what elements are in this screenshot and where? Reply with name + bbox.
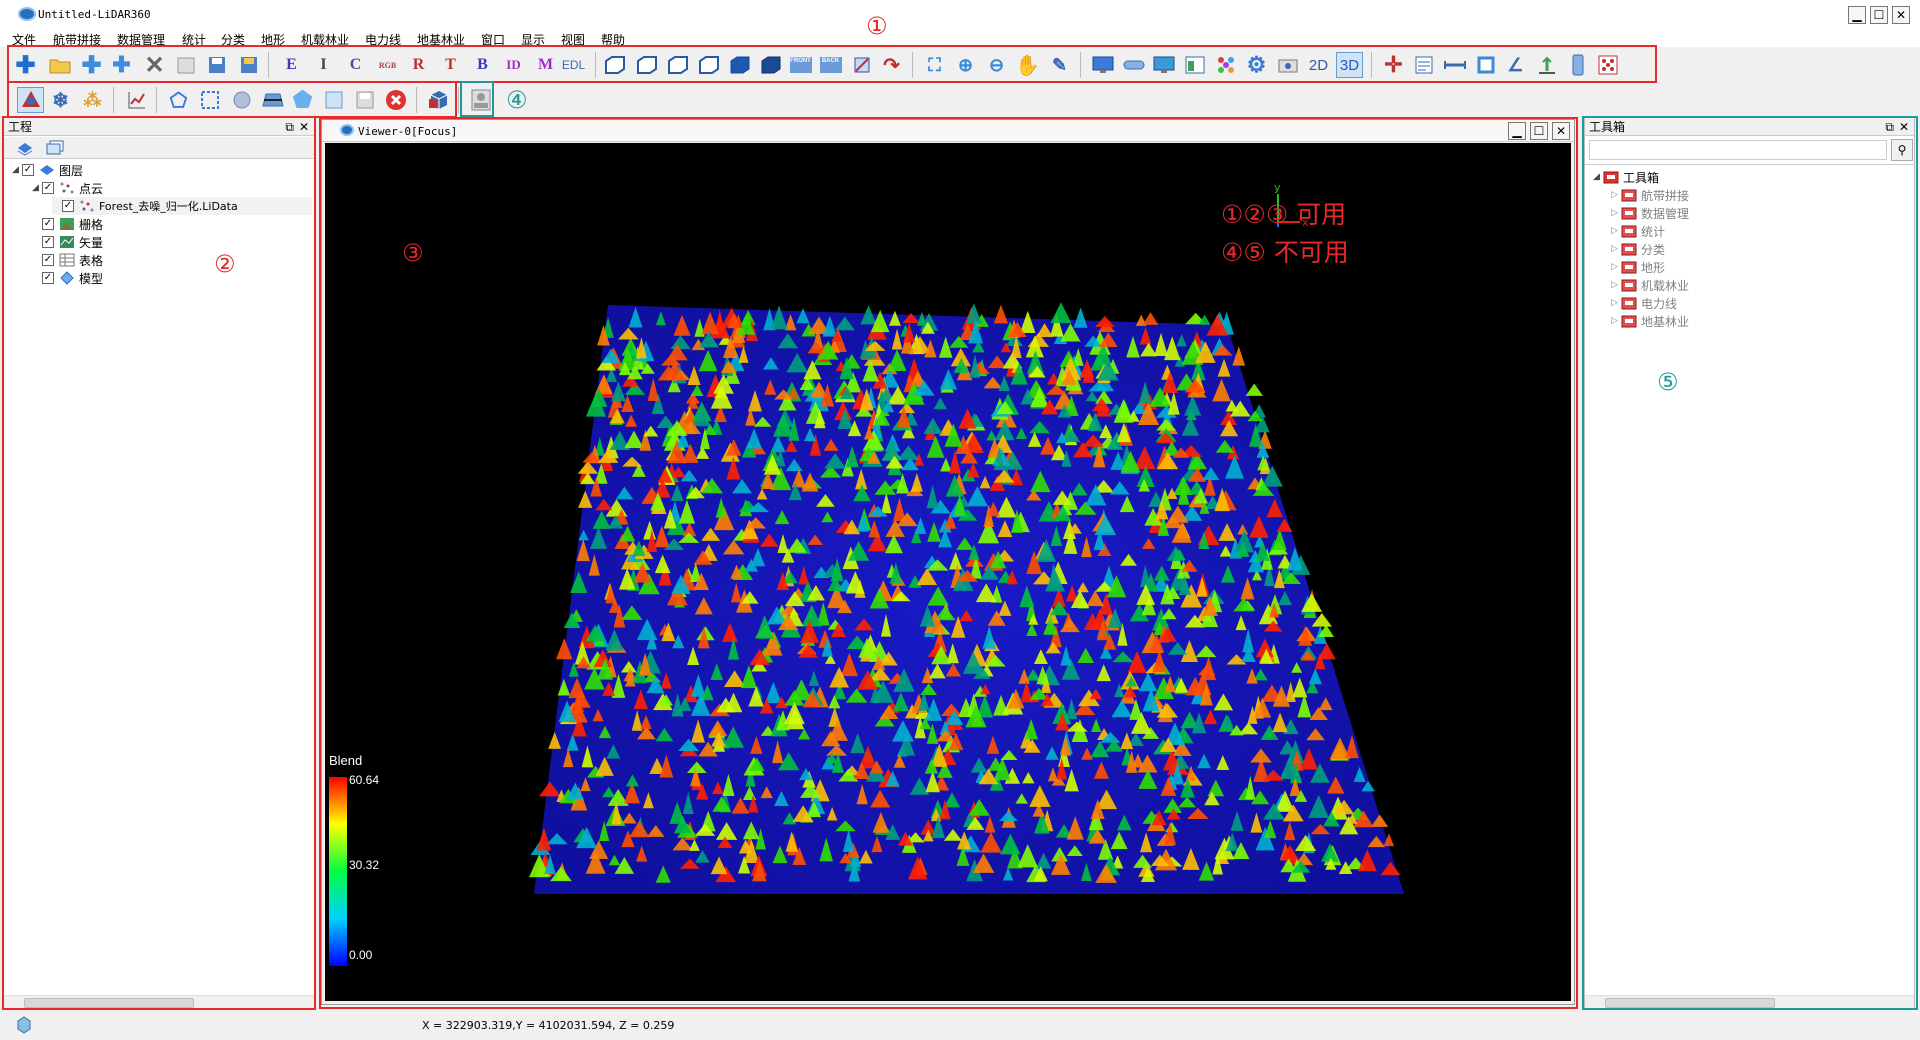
status-coordinates: X = 322903.319,Y = 4102031.594, Z = 0.25… [422, 1019, 675, 1032]
annotation-number-4: ④ [506, 86, 528, 114]
title-bar: Untitled-LiDAR360 ▁ ☐ ✕ [0, 0, 1920, 30]
status-logo-icon [16, 1016, 32, 1037]
annotation-box-4 [460, 81, 494, 117]
close-button[interactable]: ✕ [1892, 6, 1910, 24]
annotation-box-3 [319, 117, 1578, 1009]
lidar360-logo-icon [18, 7, 36, 21]
window-title: Untitled-LiDAR360 [38, 8, 151, 21]
minimize-button[interactable]: ▁ [1848, 6, 1866, 24]
maximize-button[interactable]: ☐ [1870, 6, 1888, 24]
annotation-number-1: ① [866, 12, 888, 40]
annotation-box-5 [1582, 116, 1918, 1010]
status-bar: X = 322903.319,Y = 4102031.594, Z = 0.25… [0, 1010, 1920, 1040]
annotation-box-1-row2 [7, 81, 457, 118]
annotation-box-1 [7, 45, 1657, 83]
annotation-box-2 [2, 116, 316, 1010]
